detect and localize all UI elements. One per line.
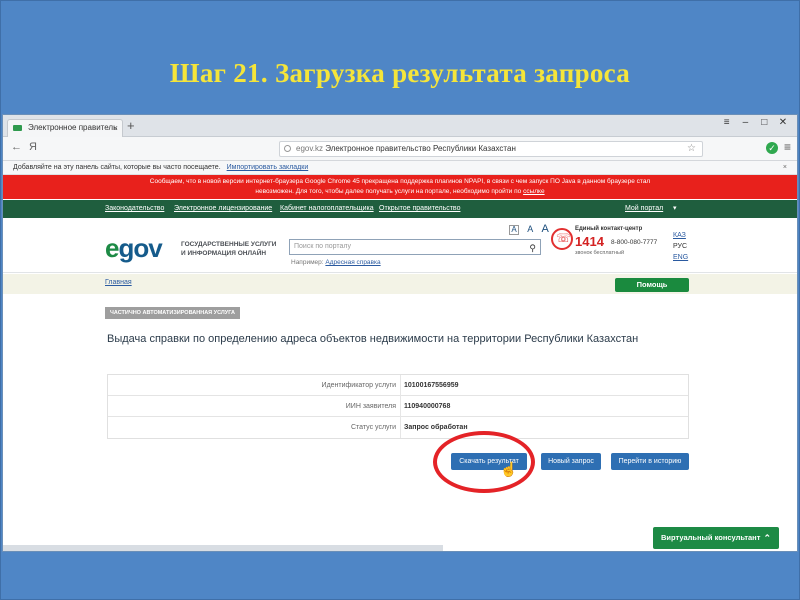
- row-value: 110940000768: [404, 403, 451, 410]
- breadcrumb-row: Главная Помощь: [3, 274, 797, 294]
- tab-title: Электронное правитель: [28, 123, 118, 132]
- table-row: Статус услуги Запрос обработан: [108, 417, 688, 438]
- virtual-consultant-widget[interactable]: Виртуальный консультант ⌃: [653, 527, 779, 549]
- service-title: Выдача справки по определению адреса объ…: [107, 333, 639, 345]
- row-label: Идентификатор услуги: [321, 382, 396, 389]
- search-placeholder: Поиск по порталу: [294, 243, 351, 250]
- phone-icon: [551, 228, 573, 250]
- language-switcher: КАЗ РУС ENG: [673, 230, 688, 263]
- contact-free-note: звонок бесплатный: [575, 250, 625, 256]
- request-info-table: Идентификатор услуги 10100167556959 ИИН …: [107, 374, 689, 439]
- service-type-badge: ЧАСТИЧНО АВТОМАТИЗИРОВАННАЯ УСЛУГА: [105, 307, 240, 319]
- extension-check-icon[interactable]: ✓: [766, 142, 778, 154]
- bookmarks-bar: Добавляйте на эту панель сайты, которые …: [3, 161, 797, 175]
- minimize-icon[interactable]: ‒: [737, 117, 753, 128]
- lang-rus[interactable]: РУС: [673, 241, 688, 252]
- consultant-label: Виртуальный консультант: [661, 533, 761, 542]
- lang-eng[interactable]: ENG: [673, 252, 688, 263]
- browser-menu-icon[interactable]: ≡: [784, 140, 791, 154]
- window-controls: ≡ ‒ □ ✕: [719, 117, 791, 128]
- bookmark-star-icon[interactable]: ☆: [687, 142, 696, 156]
- site-header: egov ГОСУДАРСТВЕННЫЕ УСЛУГИ И ИНФОРМАЦИЯ…: [3, 218, 797, 273]
- contact-alt-number: 8-800-080-7777: [611, 239, 658, 246]
- contact-number: 1414: [575, 234, 604, 249]
- table-row: Идентификатор услуги 10100167556959: [108, 375, 688, 396]
- hand-cursor-icon: ☝: [500, 461, 518, 477]
- back-icon[interactable]: ←: [11, 141, 22, 153]
- taskbar-strip: [3, 545, 443, 551]
- import-bookmarks-link[interactable]: Импортировать закладки: [227, 164, 309, 171]
- egov-logo[interactable]: egov: [105, 233, 163, 264]
- search-icon[interactable]: ⚲: [529, 241, 536, 255]
- font-size-switcher: A A A: [509, 223, 555, 235]
- top-nav: Законодательство Электронное лицензирова…: [3, 200, 797, 218]
- nav-item-licensing[interactable]: Электронное лицензирование: [174, 200, 272, 218]
- row-label: Статус услуги: [350, 424, 396, 431]
- nav-item-taxpayer-cabinet[interactable]: Кабинет налогоплательщика: [280, 200, 374, 218]
- font-size-large[interactable]: A: [541, 223, 548, 235]
- warning-line-1: Сообщаем, что в новой версии интернет-бр…: [149, 178, 651, 185]
- highlight-circle: [433, 431, 535, 493]
- example-link[interactable]: Адресная справка: [325, 259, 380, 266]
- browser-tab-strip: Электронное правитель × + ≡ ‒ □ ✕: [3, 115, 797, 137]
- window-menu-icon[interactable]: ≡: [719, 117, 735, 128]
- maximize-icon[interactable]: □: [756, 117, 772, 128]
- row-label: ИИН заявителя: [345, 403, 396, 410]
- contact-center-title: Единый контакт-центр: [575, 226, 643, 232]
- forward-icon[interactable]: Я: [29, 141, 37, 153]
- site-info-icon[interactable]: [284, 145, 291, 152]
- portal-search-input[interactable]: Поиск по порталу ⚲: [289, 239, 541, 255]
- logo-tagline: ГОСУДАРСТВЕННЫЕ УСЛУГИ И ИНФОРМАЦИЯ ОНЛА…: [181, 241, 277, 257]
- lang-kaz[interactable]: КАЗ: [673, 230, 688, 241]
- url-page-title: Электронное правительство Республики Каз…: [325, 144, 516, 153]
- url-domain: egov.kz: [296, 144, 323, 153]
- font-size-medium[interactable]: A: [527, 224, 533, 234]
- tab-close-icon[interactable]: ×: [113, 120, 118, 136]
- slide-title: Шаг 21. Загрузка результата запроса: [169, 58, 631, 88]
- close-window-icon[interactable]: ✕: [775, 117, 791, 128]
- table-row: ИИН заявителя 110940000768: [108, 396, 688, 417]
- new-request-button[interactable]: Новый запрос: [541, 453, 601, 470]
- nav-item-open-government[interactable]: Открытое правительство: [379, 200, 460, 218]
- java-warning-banner: Сообщаем, что в новой версии интернет-бр…: [3, 175, 797, 199]
- chevron-up-icon[interactable]: ⌃: [763, 527, 771, 549]
- new-tab-button[interactable]: +: [127, 118, 135, 133]
- nav-item-legislation[interactable]: Законодательство: [105, 200, 164, 218]
- warning-link[interactable]: ссылке: [523, 188, 545, 195]
- warning-line-2: невозможен. Для того, чтобы далее получа…: [255, 188, 545, 195]
- row-value: 10100167556959: [404, 382, 459, 389]
- bookmarks-close-icon[interactable]: ×: [783, 161, 787, 175]
- browser-screenshot: Электронное правитель × + ≡ ‒ □ ✕ ← Я eg…: [2, 114, 798, 552]
- help-button[interactable]: Помощь: [615, 278, 689, 292]
- address-bar: ← Я egov.kz Электронное правительство Ре…: [3, 137, 797, 161]
- search-example: Например: Адресная справка: [291, 259, 381, 266]
- url-input[interactable]: egov.kz Электронное правительство Респуб…: [279, 141, 703, 157]
- my-portal-menu[interactable]: Мой портал: [625, 200, 663, 218]
- egov-favicon-icon: [13, 125, 22, 131]
- font-size-small[interactable]: A: [509, 225, 519, 235]
- bookmarks-hint: Добавляйте на эту панель сайты, которые …: [13, 164, 221, 171]
- chevron-down-icon[interactable]: ▾: [673, 200, 677, 218]
- browser-tab[interactable]: Электронное правитель ×: [7, 119, 123, 137]
- go-to-history-button[interactable]: Перейти в историю: [611, 453, 689, 470]
- breadcrumb-home[interactable]: Главная: [105, 279, 132, 286]
